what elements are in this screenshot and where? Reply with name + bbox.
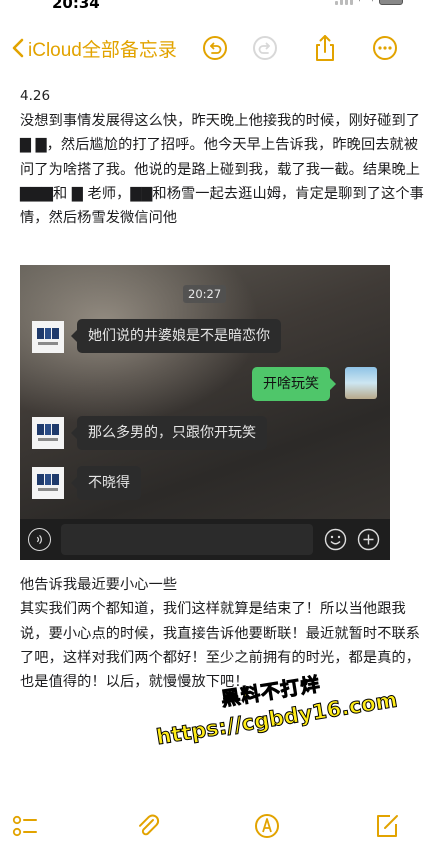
avatar	[32, 321, 64, 353]
compose-icon[interactable]	[372, 811, 402, 841]
back-button[interactable]: iCloud全部备忘录	[4, 33, 177, 63]
signal-icon	[335, 0, 353, 5]
chat-timestamp: 20:27	[183, 285, 227, 303]
avatar	[32, 467, 64, 499]
more-icon[interactable]	[370, 33, 400, 63]
status-icons	[335, 0, 403, 5]
chat-message: 那么多男的，只跟你开玩笑	[71, 416, 267, 450]
markup-icon[interactable]	[252, 811, 282, 841]
avatar	[32, 417, 64, 449]
chat-input-bar	[20, 519, 390, 560]
plus-icon	[357, 528, 380, 551]
undo-icon[interactable]	[200, 33, 230, 63]
chat-screenshot: 20:27 她们说的井婆娘是不是暗恋你 开啥玩笑 那么多男的，只跟你开玩笑 不晓…	[20, 265, 390, 560]
chat-input-field	[61, 524, 313, 555]
bottom-toolbar	[0, 807, 443, 847]
note-paragraph-2[interactable]: 他告诉我最近要小心一些 其实我们两个都知道，我们这样就算是结束了！所以当他跟我说…	[20, 573, 425, 694]
chat-message: 开啥玩笑	[252, 367, 336, 401]
status-bar: 20:34	[0, 0, 443, 22]
chat-message: 不晓得	[71, 466, 141, 500]
note-date: 4.26	[20, 88, 51, 104]
chat-message: 她们说的井婆娘是不是暗恋你	[71, 319, 281, 353]
share-icon[interactable]	[310, 33, 340, 63]
redo-icon[interactable]	[250, 33, 280, 63]
note-date-block: 4.26	[20, 86, 425, 106]
emoji-icon	[324, 528, 347, 551]
battery-icon	[379, 0, 403, 5]
voice-icon	[28, 528, 51, 551]
avatar	[345, 367, 377, 399]
paperclip-icon[interactable]	[133, 811, 163, 841]
note-paragraph-1[interactable]: 没想到事情发展得这么快，昨天晚上他接我的时候，刚好碰到了▇ ▇，然后尴尬的打了招…	[20, 109, 425, 230]
back-label: iCloud全部备忘录	[28, 39, 177, 61]
status-time: 20:34	[52, 0, 100, 12]
note-paragraph-2-text: 他告诉我最近要小心一些 其实我们两个都知道，我们这样就算是结束了！所以当他跟我说…	[20, 577, 421, 691]
checklist-icon[interactable]	[10, 811, 40, 841]
nav-bar: iCloud全部备忘录	[0, 30, 443, 66]
wifi-icon	[359, 0, 373, 5]
